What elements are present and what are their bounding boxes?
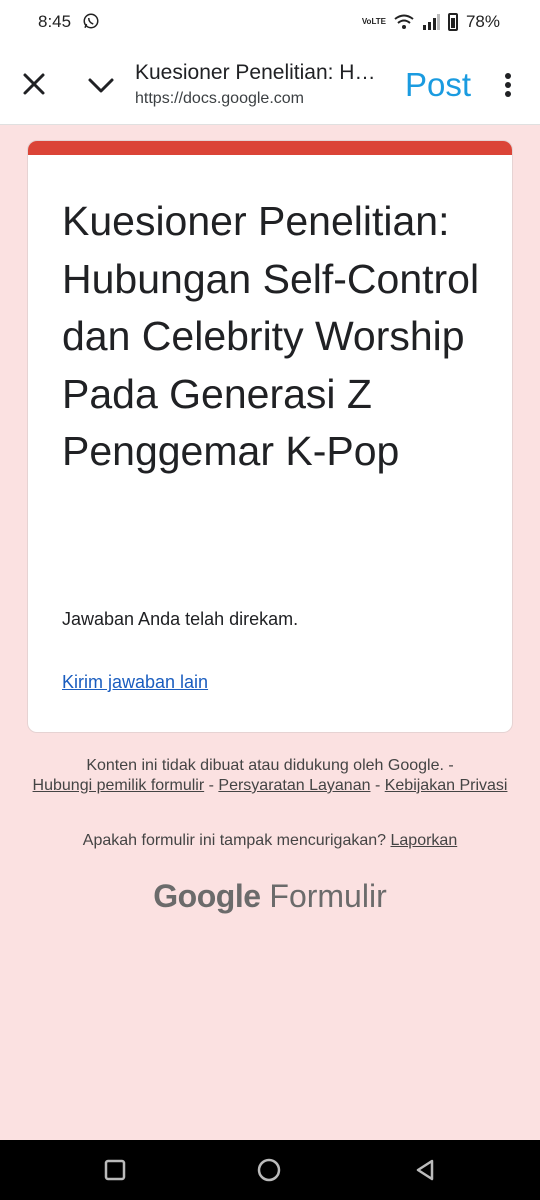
separator: - xyxy=(370,777,385,794)
battery-percent: 78% xyxy=(465,12,500,31)
recents-icon[interactable] xyxy=(103,1158,127,1182)
privacy-link[interactable]: Kebijakan Privasi xyxy=(385,777,508,794)
submit-another-link[interactable]: Kirim jawaban lain xyxy=(62,672,208,693)
form-accent-bar xyxy=(28,141,512,155)
back-icon[interactable] xyxy=(413,1158,437,1182)
chevron-down-icon[interactable] xyxy=(86,72,116,98)
status-time: 8:45 xyxy=(38,12,72,31)
whatsapp-icon xyxy=(83,13,99,29)
volte-icon: VoLTE xyxy=(361,17,386,26)
form-card: Kuesioner Penelitian: Hubungan Self-Cont… xyxy=(27,140,513,733)
page-title: Kuesioner Penelitian: Hubungan Self-Cont… xyxy=(135,61,385,84)
separator: - xyxy=(204,777,219,794)
brand-product: Formulir xyxy=(269,878,387,914)
confirmation-message: Jawaban Anda telah direkam. xyxy=(62,609,299,629)
terms-link[interactable]: Persyaratan Layanan xyxy=(218,777,370,794)
form-title: Kuesioner Penelitian: Hubungan Self-Cont… xyxy=(62,198,480,474)
system-nav-bar xyxy=(0,1140,540,1200)
home-icon[interactable] xyxy=(257,1158,281,1182)
brand-google: Google xyxy=(153,878,261,914)
post-button[interactable]: Post xyxy=(405,66,471,104)
contact-owner-link[interactable]: Hubungi pemilik formulir xyxy=(33,777,205,794)
page-url: https://docs.google.com xyxy=(135,90,304,107)
status-bar: 8:45 VoLTE 78% xyxy=(0,0,540,44)
browser-toolbar: Kuesioner Penelitian: Hubungan Self-Cont… xyxy=(0,44,540,125)
close-icon[interactable] xyxy=(20,70,48,98)
google-forms-logo: Google Formulir xyxy=(0,878,540,915)
battery-icon xyxy=(447,13,458,31)
footer-disclaimer: Konten ini tidak dibuat atau didukung ol… xyxy=(30,756,510,796)
wifi-icon xyxy=(394,14,414,29)
report-line: Apakah formulir ini tampak mencurigakan?… xyxy=(30,832,510,850)
signal-icon xyxy=(422,14,440,30)
disclaimer-text: Konten ini tidak dibuat atau didukung ol… xyxy=(86,757,454,774)
more-options-icon[interactable] xyxy=(498,70,518,100)
suspicious-text: Apakah formulir ini tampak mencurigakan? xyxy=(82,832,387,849)
report-link[interactable]: Laporkan xyxy=(391,832,458,849)
status-icons: VoLTE 78% xyxy=(362,12,500,32)
